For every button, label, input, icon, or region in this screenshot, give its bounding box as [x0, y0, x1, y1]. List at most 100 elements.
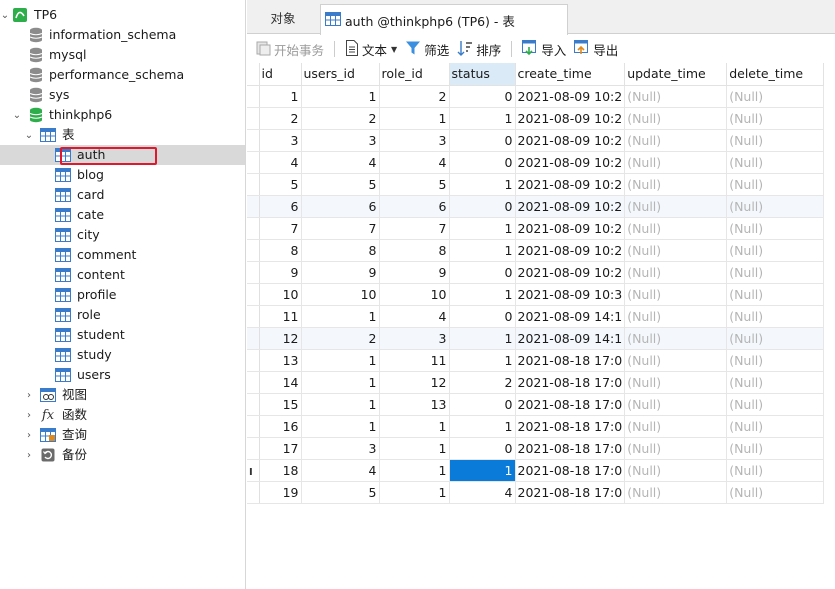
table-cell-update-time[interactable]: (Null): [624, 393, 728, 416]
tree-db-performance-schema[interactable]: performance_schema: [0, 65, 245, 85]
table-cell-create-time[interactable]: 2021-08-18 17:0: [515, 437, 626, 460]
table-cell-status[interactable]: 4: [449, 481, 516, 504]
tree-table-role[interactable]: role: [0, 305, 245, 325]
tree-table-card[interactable]: card: [0, 185, 245, 205]
sort-button[interactable]: 排序: [453, 37, 505, 61]
table-cell-users-id[interactable]: 1: [301, 415, 380, 438]
tree-group-queries[interactable]: › 查询: [0, 425, 245, 445]
chevron-right-icon[interactable]: ›: [24, 425, 34, 445]
table-cell-id[interactable]: 1: [259, 85, 302, 108]
table-row[interactable]: 13 1 11 1 2021-08-18 17:0 (Null) (Null): [247, 349, 825, 372]
tree-connection-tp6[interactable]: ⌄ TP6: [0, 5, 245, 25]
table-cell-id[interactable]: 6: [259, 195, 302, 218]
row-indicator[interactable]: [247, 85, 260, 108]
table-cell-id[interactable]: 16: [259, 415, 302, 438]
tree-table-blog[interactable]: blog: [0, 165, 245, 185]
table-cell-delete-time[interactable]: (Null): [726, 195, 825, 218]
table-cell-delete-time[interactable]: (Null): [726, 261, 825, 284]
table-cell-create-time[interactable]: 2021-08-09 10:2: [515, 151, 626, 174]
table-row[interactable]: 9 9 9 0 2021-08-09 10:2 (Null) (Null): [247, 261, 825, 284]
table-row[interactable]: 19 5 1 4 2021-08-18 17:0 (Null) (Null): [247, 481, 825, 504]
chevron-right-icon[interactable]: ›: [24, 445, 34, 465]
table-cell-create-time[interactable]: 2021-08-09 14:1: [515, 327, 626, 350]
table-cell-delete-time[interactable]: (Null): [726, 305, 825, 328]
table-cell-users-id[interactable]: 1: [301, 349, 380, 372]
tree-group-functions[interactable]: › fx 函数: [0, 405, 245, 425]
table-cell-role-id[interactable]: 3: [379, 327, 450, 350]
table-cell-create-time[interactable]: 2021-08-09 14:1: [515, 305, 626, 328]
table-cell-update-time[interactable]: (Null): [624, 173, 728, 196]
row-indicator[interactable]: [247, 129, 260, 152]
row-indicator[interactable]: [247, 327, 260, 350]
column-header[interactable]: delete_time: [726, 63, 825, 86]
table-cell-status[interactable]: 1: [449, 327, 516, 350]
table-cell-users-id[interactable]: 3: [301, 129, 380, 152]
table-row[interactable]: I 18 4 1 1 2021-08-18 17:0 (Null) (Null): [247, 459, 825, 482]
column-header[interactable]: role_id: [379, 63, 450, 86]
table-cell-users-id[interactable]: 7: [301, 217, 380, 240]
row-indicator[interactable]: [247, 415, 260, 438]
table-cell-update-time[interactable]: (Null): [624, 283, 728, 306]
table-cell-id[interactable]: 19: [259, 481, 302, 504]
column-header-sorted[interactable]: status: [449, 63, 516, 86]
table-cell-delete-time[interactable]: (Null): [726, 173, 825, 196]
table-cell-role-id[interactable]: 7: [379, 217, 450, 240]
table-cell-id[interactable]: 8: [259, 239, 302, 262]
table-cell-create-time[interactable]: 2021-08-09 10:2: [515, 107, 626, 130]
table-cell-update-time[interactable]: (Null): [624, 437, 728, 460]
table-row[interactable]: 14 1 12 2 2021-08-18 17:0 (Null) (Null): [247, 371, 825, 394]
row-indicator[interactable]: [247, 437, 260, 460]
table-cell-id[interactable]: 2: [259, 107, 302, 130]
tree-table-city[interactable]: city: [0, 225, 245, 245]
table-cell-status[interactable]: 1: [449, 217, 516, 240]
table-cell-create-time[interactable]: 2021-08-18 17:0: [515, 459, 626, 482]
table-cell-delete-time[interactable]: (Null): [726, 371, 825, 394]
table-cell-delete-time[interactable]: (Null): [726, 239, 825, 262]
table-cell-status[interactable]: 0: [449, 129, 516, 152]
table-row[interactable]: 6 6 6 0 2021-08-09 10:2 (Null) (Null): [247, 195, 825, 218]
table-row[interactable]: 7 7 7 1 2021-08-09 10:2 (Null) (Null): [247, 217, 825, 240]
table-cell-delete-time[interactable]: (Null): [726, 283, 825, 306]
table-row[interactable]: 4 4 4 0 2021-08-09 10:2 (Null) (Null): [247, 151, 825, 174]
table-cell-role-id[interactable]: 1: [379, 481, 450, 504]
table-cell-status[interactable]: 1: [449, 415, 516, 438]
table-cell-users-id[interactable]: 1: [301, 305, 380, 328]
table-cell-role-id[interactable]: 12: [379, 371, 450, 394]
dropdown-caret-icon[interactable]: ▼: [391, 45, 397, 54]
row-indicator[interactable]: [247, 371, 260, 394]
table-cell-role-id[interactable]: 8: [379, 239, 450, 262]
table-cell-users-id[interactable]: 5: [301, 481, 380, 504]
tree-group-views[interactable]: › 视图: [0, 385, 245, 405]
chevron-down-icon[interactable]: ⌄: [12, 105, 22, 125]
chevron-down-icon[interactable]: ⌄: [0, 5, 10, 25]
table-cell-id[interactable]: 3: [259, 129, 302, 152]
row-indicator[interactable]: [247, 393, 260, 416]
table-cell-role-id[interactable]: 9: [379, 261, 450, 284]
table-cell-status[interactable]: 1: [449, 349, 516, 372]
table-cell-update-time[interactable]: (Null): [624, 371, 728, 394]
row-indicator[interactable]: [247, 261, 260, 284]
table-cell-status[interactable]: 1: [449, 107, 516, 130]
table-cell-users-id[interactable]: 1: [301, 371, 380, 394]
table-cell-update-time[interactable]: (Null): [624, 261, 728, 284]
table-cell-users-id[interactable]: 3: [301, 437, 380, 460]
table-cell-id[interactable]: 7: [259, 217, 302, 240]
tree-group-tables[interactable]: ⌄ 表: [0, 125, 245, 145]
chevron-right-icon[interactable]: ›: [24, 405, 34, 425]
table-row[interactable]: 5 5 5 1 2021-08-09 10:2 (Null) (Null): [247, 173, 825, 196]
data-grid[interactable]: id users_id role_id status create_time u…: [247, 63, 825, 504]
table-cell-role-id[interactable]: 4: [379, 151, 450, 174]
column-header[interactable]: id: [259, 63, 302, 86]
table-cell-role-id[interactable]: 13: [379, 393, 450, 416]
table-cell-status[interactable]: 0: [449, 151, 516, 174]
table-row[interactable]: 17 3 1 0 2021-08-18 17:0 (Null) (Null): [247, 437, 825, 460]
table-cell-create-time[interactable]: 2021-08-09 10:2: [515, 217, 626, 240]
table-cell-role-id[interactable]: 10: [379, 283, 450, 306]
table-cell-update-time[interactable]: (Null): [624, 415, 728, 438]
table-cell-status[interactable]: 0: [449, 85, 516, 108]
import-button[interactable]: 导入: [518, 37, 570, 61]
table-cell-delete-time[interactable]: (Null): [726, 217, 825, 240]
table-cell-create-time[interactable]: 2021-08-18 17:0: [515, 393, 626, 416]
table-row[interactable]: 16 1 1 1 2021-08-18 17:0 (Null) (Null): [247, 415, 825, 438]
table-cell-update-time[interactable]: (Null): [624, 349, 728, 372]
